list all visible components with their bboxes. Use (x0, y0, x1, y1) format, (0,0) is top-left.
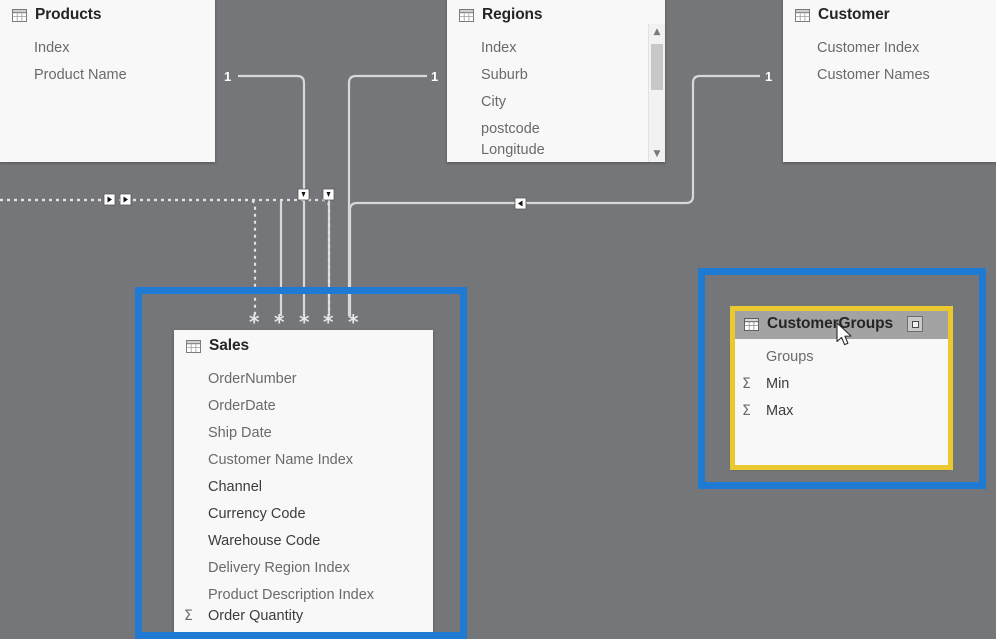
cross-filter-direction-markers (103, 188, 527, 210)
table-header-customer[interactable]: Customer (783, 0, 996, 30)
cardinality-one-customer: 1 (765, 69, 773, 84)
field-label: postcode (481, 120, 540, 137)
scrollbar-thumb[interactable] (651, 44, 663, 90)
table-title-regions: Regions (482, 6, 543, 23)
cardinality-one-regions: 1 (431, 69, 439, 84)
cardinality-one-products: 1 (224, 69, 232, 84)
field-label: Suburb (481, 66, 528, 83)
model-diagram-canvas[interactable]: 1 1 1 * * * * * Products Index Product N… (0, 0, 996, 639)
highlight-box-customer-groups-inner (730, 306, 953, 470)
field-row[interactable]: Index (0, 34, 215, 61)
field-label: City (481, 93, 506, 110)
table-grid-icon (459, 8, 474, 22)
field-label: Product Name (34, 66, 127, 83)
table-title-products: Products (35, 6, 102, 23)
field-label: Customer Index (817, 39, 920, 56)
field-row[interactable]: Customer Names (783, 61, 996, 88)
scroll-down-icon[interactable]: ▼ (649, 146, 665, 162)
field-row[interactable]: Index (447, 34, 665, 61)
field-list-customer: Customer Index Customer Names (783, 30, 996, 98)
field-label: Index (481, 39, 517, 56)
table-header-regions[interactable]: Regions (447, 0, 665, 30)
table-card-products[interactable]: Products Index Product Name (0, 0, 215, 162)
regions-vertical-scrollbar[interactable]: ▲ ▼ (648, 24, 665, 162)
field-row[interactable]: Product Name (0, 61, 215, 88)
field-row[interactable]: postcode (447, 115, 665, 142)
table-grid-icon (795, 8, 810, 22)
field-label: Longitude (481, 142, 545, 158)
field-list-regions: Index Suburb City postcode Longitude (447, 30, 665, 162)
field-row[interactable]: Suburb (447, 61, 665, 88)
field-label: Customer Names (817, 66, 930, 83)
table-card-customer[interactable]: Customer Customer Index Customer Names (783, 0, 996, 162)
table-header-products[interactable]: Products (0, 0, 215, 30)
scroll-up-icon[interactable]: ▲ (649, 24, 665, 40)
table-card-regions[interactable]: Regions Index Suburb City postcode Longi… (447, 0, 665, 162)
table-grid-icon (12, 8, 27, 22)
field-label: Index (34, 39, 70, 56)
field-row[interactable]: City (447, 88, 665, 115)
field-row[interactable]: Longitude (447, 142, 665, 160)
field-row[interactable]: Customer Index (783, 34, 996, 61)
highlight-box-sales (135, 287, 467, 639)
field-list-products: Index Product Name (0, 30, 215, 98)
table-title-customer: Customer (818, 6, 890, 23)
